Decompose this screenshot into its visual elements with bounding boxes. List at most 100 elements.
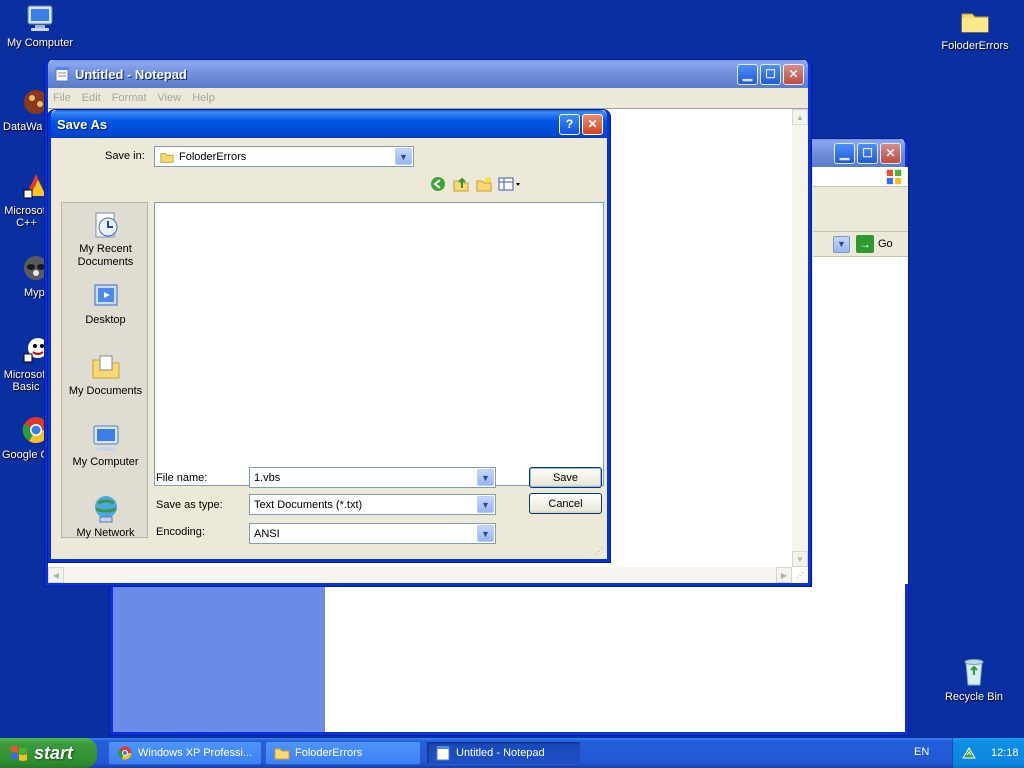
scroll-down-button[interactable]: ▼	[792, 551, 808, 567]
taskbar-item-folodererrors[interactable]: FoloderErrors	[265, 741, 421, 765]
help-button[interactable]: ?	[559, 113, 580, 135]
folder-icon	[274, 748, 290, 760]
file-name-value: 1.vbs	[254, 471, 281, 484]
minimize-button[interactable]: ▁	[834, 142, 855, 164]
my-documents-icon	[92, 355, 119, 379]
menu-view[interactable]: View	[158, 92, 182, 104]
save-button[interactable]: Save	[529, 467, 602, 488]
clock[interactable]: 12:18	[991, 747, 1019, 759]
place-label: Desktop	[85, 314, 126, 326]
computer-icon	[93, 425, 118, 451]
vertical-scrollbar[interactable]: ▲ ▼	[792, 109, 808, 567]
minimize-button[interactable]: ▁	[737, 63, 758, 85]
back-button[interactable]	[428, 174, 447, 193]
place-my-documents[interactable]: My Documents	[62, 351, 149, 398]
save-in-value: FoloderErrors	[179, 150, 247, 163]
place-my-network[interactable]: My Network	[62, 493, 149, 540]
close-button[interactable]: ✕	[783, 63, 804, 85]
save-in-dropdown[interactable]: FoloderErrors ▼	[154, 146, 414, 167]
desktop-icon-folodererrors[interactable]: FoloderErrors	[935, 5, 1015, 52]
maximize-button[interactable]: ☐	[857, 142, 878, 164]
place-my-computer[interactable]: My Computer	[62, 422, 149, 469]
go-label: Go	[878, 238, 893, 250]
explorer-address-bar: ▼ → Go	[813, 232, 908, 257]
place-label: My Documents	[68, 385, 143, 397]
chevron-down-icon[interactable]: ▼	[477, 469, 494, 486]
save-as-dialog[interactable]: Save As ? ✕ Save in: FoloderErrors ▼ My …	[48, 110, 610, 562]
new-folder-icon	[476, 176, 491, 191]
menu-edit[interactable]: Edit	[82, 92, 101, 104]
up-folder-button[interactable]	[451, 174, 470, 193]
scroll-up-button[interactable]: ▲	[792, 109, 808, 125]
desktop-icon	[94, 284, 117, 306]
close-button[interactable]: ✕	[880, 142, 901, 164]
place-label: My Network	[76, 527, 135, 539]
recent-documents-icon	[95, 212, 117, 238]
save-as-titlebar[interactable]: Save As ? ✕	[51, 110, 607, 138]
place-desktop[interactable]: Desktop	[62, 280, 149, 327]
chevron-down-icon[interactable]: ▼	[477, 525, 494, 542]
notepad-titlebar[interactable]: Untitled - Notepad ▁ ☐ ✕	[48, 60, 808, 88]
notepad-title: Untitled - Notepad	[75, 66, 187, 82]
scroll-right-button[interactable]: ▶	[776, 567, 792, 583]
chevron-down-icon[interactable]: ▼	[395, 148, 412, 165]
address-dropdown-button[interactable]: ▼	[833, 235, 850, 253]
file-list[interactable]	[154, 202, 604, 486]
recycle-bin-icon	[964, 659, 984, 686]
taskbar-item-label: Windows XP Professi...	[138, 747, 253, 759]
save-as-type-label: Save as type:	[156, 499, 223, 511]
file-name-input[interactable]: 1.vbs ▼	[249, 467, 496, 488]
taskbar-item-label: FoloderErrors	[295, 747, 363, 759]
up-folder-icon	[453, 177, 468, 191]
explorer-menubar	[813, 167, 908, 187]
taskbar-item-notepad[interactable]: Untitled - Notepad	[426, 741, 581, 765]
folder-icon	[961, 13, 989, 33]
views-menu-button[interactable]	[497, 174, 523, 193]
chrome-icon	[118, 746, 132, 760]
encoding-label: Encoding:	[156, 526, 205, 538]
explorer-task-pane	[113, 584, 325, 732]
network-tray-icon[interactable]	[961, 745, 977, 761]
resize-grip[interactable]: ⋰	[595, 547, 605, 557]
desktop-icon-my-computer[interactable]: My Computer	[0, 2, 80, 49]
notepad-icon	[55, 67, 69, 82]
explorer-pane	[813, 257, 908, 584]
save-in-label: Save in:	[105, 150, 145, 162]
language-indicator[interactable]: EN	[914, 746, 929, 758]
start-label: start	[34, 742, 74, 763]
notepad-icon	[436, 746, 450, 761]
menu-help[interactable]: Help	[192, 92, 215, 104]
taskbar-item-label: Untitled - Notepad	[456, 747, 545, 759]
dialog-toolbar	[428, 174, 523, 193]
taskbar-item-chrome[interactable]: Windows XP Professi...	[108, 741, 262, 765]
desktop-icon-label: My Computer	[6, 37, 74, 49]
place-label: My Recent Documents	[77, 243, 134, 268]
save-as-type-dropdown[interactable]: Text Documents (*.txt) ▼	[249, 494, 496, 515]
computer-icon	[27, 5, 53, 31]
back-arrow-icon	[430, 176, 445, 191]
dialog-body: Save in: FoloderErrors ▼ My Recent Docum…	[51, 138, 607, 559]
desktop-icon-label: Recycle Bin	[944, 691, 1004, 703]
place-label: My Computer	[72, 456, 139, 468]
windows-logo-icon	[886, 169, 902, 185]
cancel-button[interactable]: Cancel	[529, 493, 602, 514]
explorer-content	[325, 584, 905, 732]
explorer-toolbar	[813, 187, 908, 232]
scroll-left-button[interactable]: ◀	[48, 567, 64, 583]
chevron-down-icon[interactable]: ▼	[477, 496, 494, 513]
menu-format[interactable]: Format	[112, 92, 147, 104]
desktop-icon-label: Microsoft C++	[4, 205, 49, 229]
start-button[interactable]: start	[0, 738, 97, 768]
maximize-button[interactable]: ☐	[760, 63, 781, 85]
new-folder-button[interactable]	[474, 174, 493, 193]
encoding-dropdown[interactable]: ANSI ▼	[249, 523, 496, 544]
close-button[interactable]: ✕	[582, 113, 603, 135]
place-my-recent-documents[interactable]: My Recent Documents	[62, 209, 149, 269]
places-bar: My Recent Documents Desktop My Documents…	[61, 202, 149, 540]
views-icon	[498, 177, 520, 190]
go-button[interactable]: → Go	[856, 235, 893, 253]
desktop-icon-recycle-bin[interactable]: Recycle Bin	[934, 656, 1014, 703]
menu-file[interactable]: File	[53, 92, 71, 104]
resize-grip[interactable]: ⋰	[796, 571, 806, 581]
horizontal-scrollbar[interactable]: ◀ ▶	[48, 567, 792, 583]
